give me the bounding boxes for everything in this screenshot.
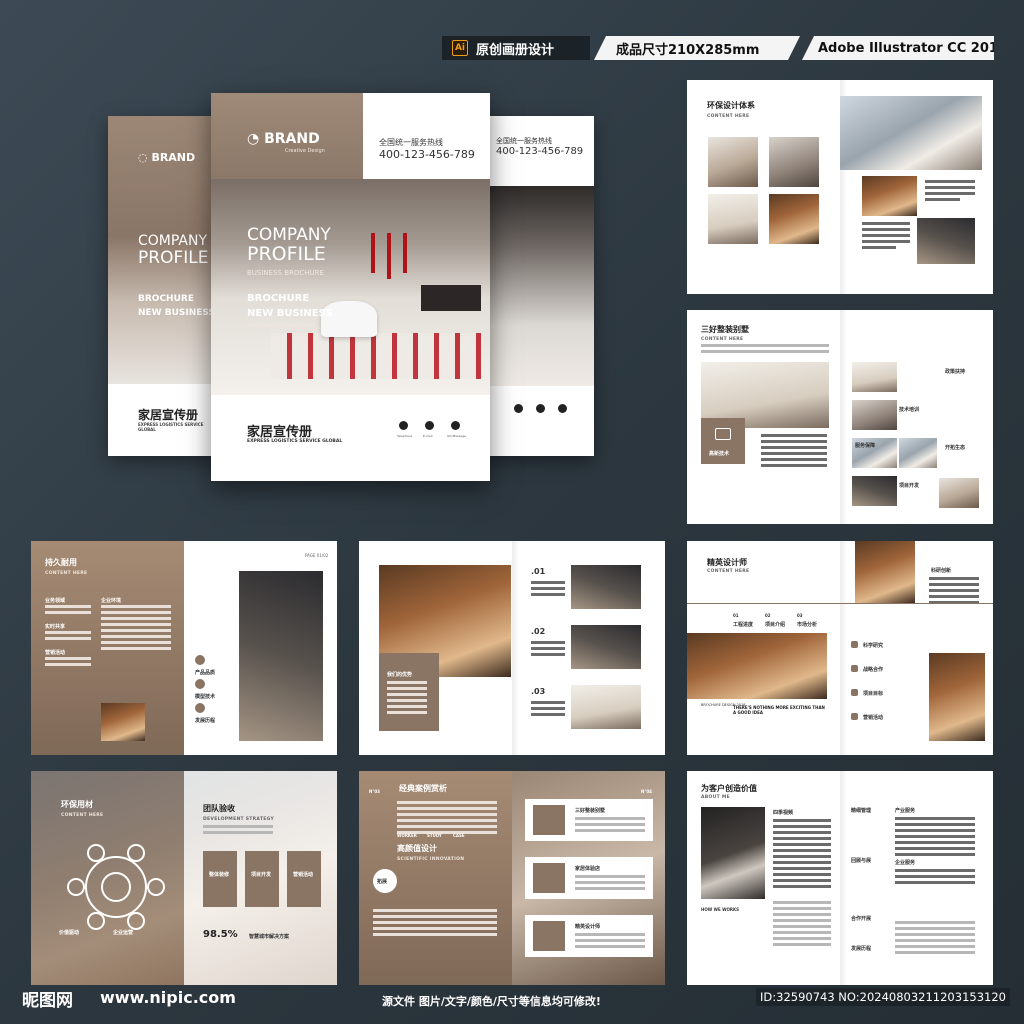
tag-original-design: Ai 原创画册设计 <box>442 36 590 60</box>
footer-note: 源文件 图片/文字/颜色/尺寸等信息均可修改! <box>382 995 601 1008</box>
tag-label: 原创画册设计 <box>476 42 555 58</box>
phone-icon <box>514 404 523 413</box>
chat-icon <box>715 428 731 440</box>
tag-software: Adobe Illustrator CC 2018 <box>802 36 994 60</box>
tag-label: Adobe Illustrator CC 2018 <box>818 40 994 56</box>
spread-advantage: 我们的优势 .01 .02 .03 <box>359 541 665 755</box>
spread-eco-design: 环保设计体系 CONTENT HERE <box>687 80 993 294</box>
cover-back-right: 全国统一服务热线 400-123-456-789 <box>478 116 594 456</box>
cover-front: ◔ BRAND Creative Design 全国统一服务热线 400-123… <box>211 93 490 481</box>
mail-icon <box>536 404 545 413</box>
cover-back-left: ◌ BRAND COMPANY PROFILE BROCHURE NEW BUSIN… <box>108 116 218 456</box>
chat-icon <box>558 404 567 413</box>
phone-icon <box>399 421 408 430</box>
spread-villa: 三好整装别墅 CONTENT HERE 高新技术 政策扶持 技术培训 服务保障 … <box>687 310 993 524</box>
spread-durable: 持久耐用 CONTENT HERE 业务领域 企业环境 实时共享 营销活动 PA… <box>31 541 337 755</box>
cover-cn-title: 家居宣传册 <box>247 425 313 440</box>
tag-label: 成品尺寸210X285mm <box>616 42 760 58</box>
spread-elite: 精英设计师 CONTENT HERE 科研创新 01 工程进度 02 项目介绍 … <box>687 541 993 755</box>
badge-hightech: 高新技术 <box>701 418 745 464</box>
ai-icon: Ai <box>452 40 468 56</box>
mail-icon <box>425 421 434 430</box>
chat-icon <box>451 421 460 430</box>
brand-logo: ◌ BRAND <box>138 151 196 164</box>
card: 整体装修 <box>203 851 237 907</box>
brand-logo: ◔ BRAND <box>247 131 320 147</box>
spread-eco-materials: 环保用材 CONTENT HERE 价值驱动 企业运营 团队验收 DEVELOP… <box>31 771 337 985</box>
spread-cases: N°03 N°04 经典案例赏析 WORKER STUDY CASE 高颜值设计… <box>359 771 665 985</box>
footer-url[interactable]: www.nipic.com <box>100 988 236 1007</box>
cover-title-2: PROFILE <box>247 242 326 265</box>
cycle-diagram <box>67 844 165 930</box>
spread-value: 为客户创造价值 ABOUT ME HOW WE WORKS 四季视频 精细管理 … <box>687 771 993 985</box>
footer-id: ID:32590743 NO:20240803211203153120 <box>756 988 1010 1006</box>
card: 营销活动 <box>287 851 321 907</box>
footer-logo: 昵图网 <box>22 991 73 1011</box>
card: 项目开发 <box>245 851 279 907</box>
tag-size: 成品尺寸210X285mm <box>594 36 800 60</box>
